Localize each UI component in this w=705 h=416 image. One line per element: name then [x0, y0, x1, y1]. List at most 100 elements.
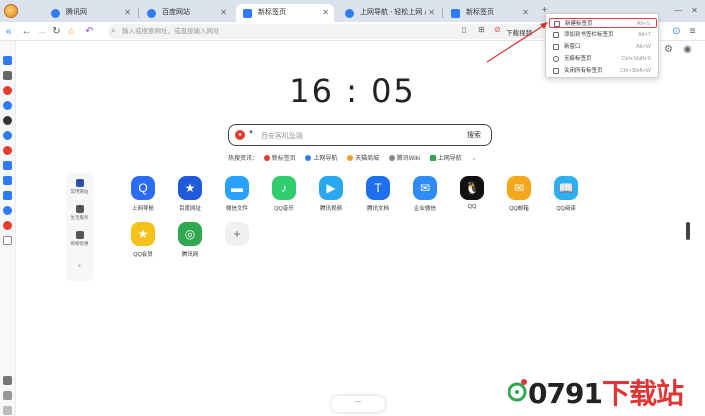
sidebar-folder-icon[interactable] [3, 191, 12, 200]
app-tile[interactable]: 🐧 QQ [450, 176, 494, 210]
close-icon[interactable]: ✕ [428, 4, 435, 22]
hot-search-item[interactable]: 天猫商城 [347, 155, 379, 162]
refresh-icon[interactable]: ↻ [50, 25, 63, 38]
app-icon: ◎ [178, 222, 202, 246]
category-shopping[interactable]: 购物优惠 [66, 231, 93, 247]
tab-label: 新标签页 [258, 9, 286, 16]
close-icon[interactable]: ✕ [124, 4, 131, 22]
tab-5[interactable]: 新标签页 ✕ [444, 4, 534, 22]
address-bar[interactable]: ⌕ 输入或搜索网址，或直接输入网址 ▯ ⊞ ⊘ 下载视频 [108, 24, 548, 39]
sidebar-app-icon[interactable] [3, 206, 12, 215]
sidebar-page-icon[interactable] [3, 236, 12, 245]
translate-icon[interactable]: ⊞ [478, 25, 485, 34]
sidebar-folder-icon[interactable] [3, 161, 12, 170]
undo-icon[interactable]: ↶ [83, 25, 96, 38]
tab-4[interactable]: 上网导航 - 轻松上网 从这里开始 ✕ [338, 4, 440, 22]
search-icon: ⌕ [111, 26, 116, 35]
sidebar-folder-icon[interactable] [3, 176, 12, 185]
browser-logo-icon[interactable] [4, 4, 18, 18]
sidebar-toggle-icon[interactable]: « [2, 25, 15, 38]
gear-icon[interactable]: ⚙ [662, 43, 675, 56]
tab-label: 新标签页 [466, 9, 494, 16]
category-add-button[interactable]: + [66, 261, 93, 270]
video-download-label[interactable]: 下载视频 [506, 27, 532, 37]
app-tile[interactable]: + [215, 222, 259, 250]
close-icon[interactable]: ✕ [322, 4, 329, 22]
address-placeholder: 输入或搜索网址，或直接输入网址 [122, 28, 220, 35]
tab-label: 上网导航 - 轻松上网 从这里开始 [360, 9, 426, 16]
close-icon[interactable]: ✕ [220, 4, 227, 22]
sidebar-app-icon[interactable] [3, 116, 12, 125]
video-download-icon[interactable]: ⊘ [494, 25, 501, 34]
extension-icon[interactable]: ⊙ [670, 25, 683, 38]
app-tile[interactable]: ✉ 企业微信 [403, 176, 447, 212]
sidebar-bookmark-icon[interactable] [3, 56, 12, 65]
tab-favicon-icon [345, 9, 354, 18]
hot-search-list: 热搜资讯： 新标签页 上网导航 天猫商城 腾讯Wiki 上网导航 ⌄ [228, 153, 484, 163]
hot-search-item[interactable]: 上网导航 [305, 155, 337, 162]
bottom-toggle-button[interactable]: — [331, 396, 385, 412]
search-engine-icon[interactable]: ● [235, 130, 245, 140]
sidebar-settings-icon[interactable] [3, 391, 12, 400]
app-tile[interactable]: 📖 QQ阅读 [544, 176, 588, 212]
hot-dot-icon [388, 155, 395, 161]
chevron-down-icon[interactable]: ⌄ [471, 156, 476, 162]
close-icon[interactable]: ✕ [522, 4, 529, 22]
category-common[interactable]: 常用网站 [66, 179, 93, 195]
hot-search-item[interactable]: 上网导航 [429, 155, 462, 162]
chevron-down-icon[interactable]: ▼ [248, 130, 254, 136]
category-life[interactable]: 生活服务 [66, 205, 93, 221]
tab-1[interactable]: 腾讯网 ✕ [44, 4, 136, 22]
sidebar-app-icon[interactable] [3, 131, 12, 140]
category-icon [75, 205, 84, 213]
arrow-right-icon[interactable]: → [35, 25, 48, 38]
hot-dot-icon [429, 155, 436, 161]
tab-divider [138, 8, 139, 18]
window-close-icon[interactable]: ✕ [688, 4, 701, 17]
tab-3-active[interactable]: 新标签页 ✕ [236, 4, 334, 22]
menu-icon[interactable]: ≡ [686, 25, 699, 38]
eye-icon[interactable]: ◉ [681, 43, 694, 56]
menu-item-close-all[interactable]: 关闭所有标签页 Ctrl+Shift+W [549, 66, 657, 76]
app-label: 上网导航 [131, 206, 154, 212]
hot-search-item[interactable]: 新标签页 [263, 155, 296, 162]
app-tile[interactable]: T 腾讯文档 [356, 176, 400, 212]
menu-item-new-window[interactable]: 新窗口 Alt+W [549, 42, 657, 52]
app-tile[interactable]: ◎ 腾讯网 [168, 222, 212, 258]
app-tile[interactable]: ▬ 微信文件 [215, 176, 259, 212]
browser-window: 腾讯网 ✕ 百度网站 ✕ 新标签页 ✕ 上网导航 - 轻松上网 从这里开始 ✕ … [0, 0, 705, 416]
menu-item-incognito[interactable]: 无痕标签页 Ctrl+Shift+S [549, 54, 657, 64]
tab-favicon-icon [451, 9, 460, 18]
minimize-icon[interactable]: — [672, 4, 685, 17]
app-tile[interactable]: ▶ 腾讯视频 [309, 176, 353, 212]
sidebar-app-icon[interactable] [3, 146, 12, 155]
reader-icon[interactable]: ▯ [462, 25, 466, 34]
app-icon: ▬ [225, 176, 249, 200]
hot-search-prefix: 热搜资讯： [228, 156, 259, 162]
app-tile[interactable]: ♪ QQ音乐 [262, 176, 306, 212]
app-tile[interactable]: ✉ QQ邮箱 [497, 176, 541, 212]
app-label: 腾讯文档 [366, 206, 389, 212]
hot-dot-icon [263, 155, 270, 161]
arrow-left-icon[interactable]: ← [20, 25, 33, 38]
scroll-indicator[interactable] [686, 222, 690, 240]
app-tile[interactable]: Q 上网导航 [121, 176, 165, 212]
sidebar-user-icon[interactable] [3, 406, 12, 415]
sidebar-tool-icon[interactable] [3, 376, 12, 385]
search-button[interactable]: 搜索 [467, 130, 481, 140]
menu-item-new-tab[interactable]: 新建标签页 Alt+S [549, 18, 657, 28]
menu-item-add-bookmark[interactable]: 添加到书签栏标签页 Alt+T [549, 30, 657, 40]
app-icon: ✉ [507, 176, 531, 200]
sidebar-app-icon[interactable] [3, 221, 12, 230]
search-box[interactable]: ● ▼ 西安客机坠毁 搜索 [228, 124, 492, 146]
app-tile[interactable]: ★ 百度网址 [168, 176, 212, 212]
app-tile[interactable]: ★ QQ会员 [121, 222, 165, 258]
search-input[interactable]: 西安客机坠毁 [261, 131, 303, 141]
window-icon [553, 44, 559, 50]
tab-divider [442, 8, 443, 18]
category-icon [75, 179, 84, 187]
home-icon[interactable]: ⌂ [65, 25, 78, 38]
hot-search-item[interactable]: 腾讯Wiki [388, 155, 420, 162]
tab-2[interactable]: 百度网站 ✕ [140, 4, 232, 22]
app-label: QQ阅读 [556, 206, 576, 212]
